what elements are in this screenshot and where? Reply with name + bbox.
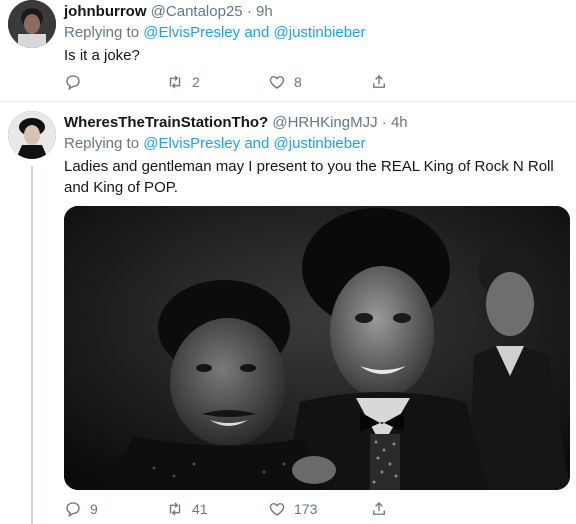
user-handle[interactable]: @Cantalop25 bbox=[151, 3, 243, 20]
replying-to: Replying to @ElvisPresley and @justinbie… bbox=[64, 23, 568, 43]
like-count: 8 bbox=[294, 74, 302, 90]
reply-icon bbox=[66, 75, 80, 91]
retweet-count: 2 bbox=[192, 74, 200, 90]
display-name[interactable]: WheresTheTrainStationTho? bbox=[64, 114, 268, 131]
share-icon bbox=[373, 502, 385, 515]
timestamp[interactable]: 9h bbox=[256, 3, 273, 20]
retweet-count: 41 bbox=[192, 501, 208, 517]
replying-prefix: Replying to bbox=[64, 24, 140, 41]
mention-link[interactable]: @justinbieber bbox=[274, 135, 366, 152]
share-button[interactable] bbox=[370, 500, 472, 518]
reply-icon bbox=[66, 502, 80, 518]
tweet-photo[interactable] bbox=[64, 206, 570, 490]
tweet-actions: 9 41 173 bbox=[64, 497, 472, 521]
tweet-text: Is it a joke? bbox=[64, 47, 140, 64]
mention-link[interactable]: @ElvisPresley bbox=[143, 135, 240, 152]
like-icon bbox=[269, 503, 285, 516]
display-name[interactable]: johnburrow bbox=[64, 3, 147, 20]
avatar[interactable] bbox=[8, 111, 56, 159]
separator-dot: · bbox=[381, 114, 387, 131]
photo-image bbox=[64, 206, 570, 490]
replying-and[interactable]: and bbox=[244, 24, 269, 41]
share-icon bbox=[373, 75, 385, 88]
replying-to: Replying to @ElvisPresley and @justinbie… bbox=[64, 134, 568, 154]
reply-button[interactable] bbox=[64, 73, 166, 91]
tweet-actions: 2 8 bbox=[64, 70, 472, 94]
tweet-header: johnburrow @Cantalop25 · 9h bbox=[64, 2, 568, 22]
replying-prefix: Replying to bbox=[64, 135, 140, 152]
like-button[interactable]: 8 bbox=[268, 73, 370, 91]
timestamp[interactable]: 4h bbox=[391, 114, 408, 131]
like-button[interactable]: 173 bbox=[268, 500, 370, 518]
reply-count: 9 bbox=[90, 501, 98, 517]
thread-line bbox=[31, 166, 33, 524]
retweet-button[interactable]: 2 bbox=[166, 73, 268, 91]
tweet-1[interactable]: johnburrow @Cantalop25 · 9h Replying to … bbox=[0, 0, 576, 100]
avatar[interactable] bbox=[8, 0, 56, 48]
like-count: 173 bbox=[294, 501, 318, 517]
reply-button[interactable]: 9 bbox=[64, 500, 166, 518]
mention-link[interactable]: @ElvisPresley bbox=[143, 24, 240, 41]
mention-link[interactable]: @justinbieber bbox=[274, 24, 366, 41]
like-icon bbox=[269, 76, 285, 89]
tweet-separator bbox=[0, 101, 576, 102]
replying-and[interactable]: and bbox=[244, 135, 269, 152]
share-button[interactable] bbox=[370, 73, 472, 91]
retweet-button[interactable]: 41 bbox=[166, 500, 268, 518]
tweet-header: WheresTheTrainStationTho? @HRHKingMJJ · … bbox=[64, 113, 568, 133]
separator-dot: · bbox=[246, 3, 252, 20]
tweet-text: Ladies and gentleman may I present to yo… bbox=[64, 158, 554, 196]
retweet-icon bbox=[169, 502, 181, 516]
user-handle[interactable]: @HRHKingMJJ bbox=[272, 114, 377, 131]
retweet-icon bbox=[169, 75, 181, 89]
